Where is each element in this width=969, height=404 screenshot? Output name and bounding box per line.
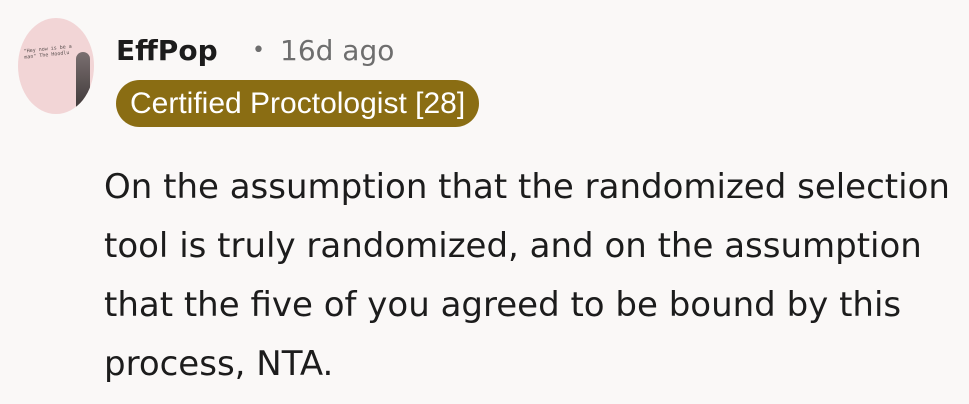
- comment-author[interactable]: EffPop: [116, 31, 218, 71]
- comment-body: On the assumption that the randomized se…: [104, 167, 950, 384]
- meta-separator: •: [252, 38, 265, 63]
- avatar-quote-art: "Hey now is be a man" The Hoodlu: [23, 43, 73, 61]
- user-flair-badge: Certified Proctologist [28]: [116, 80, 480, 127]
- user-avatar-icon[interactable]: "Hey now is be a man" The Hoodlu: [18, 18, 94, 114]
- comment: "Hey now is be a man" The Hoodlu EffPop …: [0, 0, 969, 404]
- avatar-figure-art: [76, 52, 90, 114]
- comment-timestamp[interactable]: 16d ago: [280, 31, 394, 71]
